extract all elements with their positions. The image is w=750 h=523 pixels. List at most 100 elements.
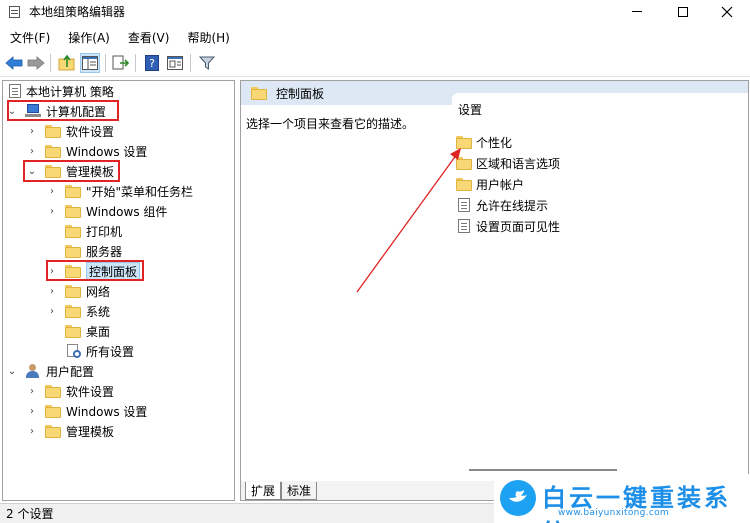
chevron-right-icon[interactable]: › [47,206,57,217]
status-text: 2 个设置 [6,507,54,521]
policy-setting-icon [458,198,470,212]
tree-pane[interactable]: 本地计算机 策略 ⌄ 计算机配置 › 软件设置 › Windows 设置 ⌄ 管… [2,80,235,501]
chevron-right-icon[interactable]: › [27,406,37,417]
show-hide-tree-icon [82,56,98,70]
list-item-label: 允许在线提示 [476,198,549,213]
folder-icon [65,304,81,318]
description-panel: 选择一个项目来查看它的描述。 [241,105,447,465]
chevron-right-icon[interactable]: › [27,126,37,137]
tree-item-root[interactable]: 本地计算机 策略 [9,81,114,101]
svg-text:?: ? [149,57,155,70]
folder-icon [65,324,81,338]
tree-label: 软件设置 [66,384,115,399]
tree-item-windows-components[interactable]: › Windows 组件 [47,201,167,221]
chevron-right-icon[interactable]: › [47,186,57,197]
folder-icon [456,156,472,170]
tree-item-network[interactable]: › 网络 [47,281,110,301]
watermark-url: www.baiyunxitong.com [558,508,669,518]
chevron-right-icon[interactable]: › [27,426,37,437]
toolbar: ? [0,49,750,77]
policy-document-icon [9,84,21,98]
filter-icon [199,56,215,70]
tree-item-all-settings[interactable]: 所有设置 [65,341,134,361]
export-list-button[interactable] [111,53,131,73]
tree-label: 用户配置 [46,364,95,379]
tree-item-server[interactable]: 服务器 [65,241,122,261]
tab-extended[interactable]: 扩展 [245,482,282,500]
up-folder-button[interactable] [57,53,77,73]
maximize-icon [678,6,688,17]
chevron-right-icon[interactable]: › [47,286,57,297]
tree-label: 系统 [86,304,111,319]
chevron-right-icon[interactable]: › [27,146,37,157]
tree-label: 软件设置 [66,124,115,139]
details-header-title: 控制面板 [276,86,325,101]
list-item-label: 设置页面可见性 [476,219,561,234]
folder-icon [45,424,61,438]
tree-item-desktop[interactable]: 桌面 [65,321,110,341]
minimize-icon [632,11,642,12]
tree-label: "开始"菜单和任务栏 [86,184,194,199]
list-item[interactable]: 允许在线提示 [456,195,548,215]
help-button[interactable]: ? [142,53,162,73]
tree-label: 所有设置 [86,344,135,359]
description-text: 选择一个项目来查看它的描述。 [246,117,415,131]
chevron-right-icon[interactable]: › [27,386,37,397]
chevron-right-icon[interactable]: › [47,306,57,317]
tree-label: 本地计算机 策略 [26,84,114,99]
toolbar-separator [105,54,106,72]
close-button[interactable] [704,0,750,23]
menu-help[interactable]: 帮助(H) [177,29,237,46]
tree-item-user-windows-settings[interactable]: › Windows 设置 [27,401,147,421]
tree-label: Windows 设置 [66,144,148,159]
folder-icon [251,86,267,100]
highlight-box-control-panel [46,260,144,281]
tree-label: 管理模板 [66,424,115,439]
filter-button[interactable] [197,53,217,73]
maximize-button[interactable] [660,0,706,23]
tree-label: 打印机 [86,224,123,239]
tree-item-user-admin-templates[interactable]: › 管理模板 [27,421,114,441]
list-item[interactable]: 用户帐户 [456,174,524,194]
highlight-box-admin-templates [23,160,120,182]
folder-icon [65,204,81,218]
horizontal-scrollbar[interactable] [469,469,617,471]
export-list-icon [112,55,130,70]
tree-label: Windows 组件 [86,204,168,219]
settings-list: 设置 个性化 区域和语言选项 用户帐户 允许在线提示 设置页面可见性 [452,93,748,465]
tree-item-software-settings[interactable]: › 软件设置 [27,121,114,141]
menu-view[interactable]: 查看(V) [118,29,178,46]
list-item-label: 个性化 [476,135,513,150]
tree-label: Windows 设置 [66,404,148,419]
watermark-logo: 白云一键重装系统 www.baiyunxitong.com [494,474,750,523]
tree-item-user-config[interactable]: ⌄ 用户配置 [7,361,94,381]
menu-file[interactable]: 文件(F) [0,29,58,46]
folder-icon [65,224,81,238]
tree-item-system[interactable]: › 系统 [47,301,110,321]
list-item[interactable]: 个性化 [456,132,512,152]
folder-icon [65,244,81,258]
show-hide-tree-button[interactable] [80,53,100,73]
all-settings-icon [65,344,81,358]
tab-standard[interactable]: 标准 [281,482,318,500]
back-button[interactable] [4,53,24,73]
column-header-setting[interactable]: 设置 [458,101,482,118]
chevron-down-icon[interactable]: ⌄ [7,366,17,377]
list-item[interactable]: 区域和语言选项 [456,153,560,173]
tree-item-windows-settings[interactable]: › Windows 设置 [27,141,147,161]
minimize-button[interactable] [614,0,660,23]
tree-item-user-software-settings[interactable]: › 软件设置 [27,381,114,401]
tree-item-start-menu[interactable]: › "开始"菜单和任务栏 [47,181,193,201]
tree-item-printers[interactable]: 打印机 [65,221,122,241]
forward-button[interactable] [26,53,46,73]
list-item[interactable]: 设置页面可见性 [456,216,560,236]
user-icon [25,363,41,379]
details-pane: 控制面板 选择一个项目来查看它的描述。 设置 个性化 区域和语言选项 用户帐户 … [240,80,749,501]
toolbar-separator [50,54,51,72]
properties-icon [167,56,183,70]
toolbar-separator [190,54,191,72]
menu-action[interactable]: 操作(A) [58,29,118,46]
toolbar-separator [135,54,136,72]
folder-icon [65,184,81,198]
properties-button[interactable] [165,53,185,73]
